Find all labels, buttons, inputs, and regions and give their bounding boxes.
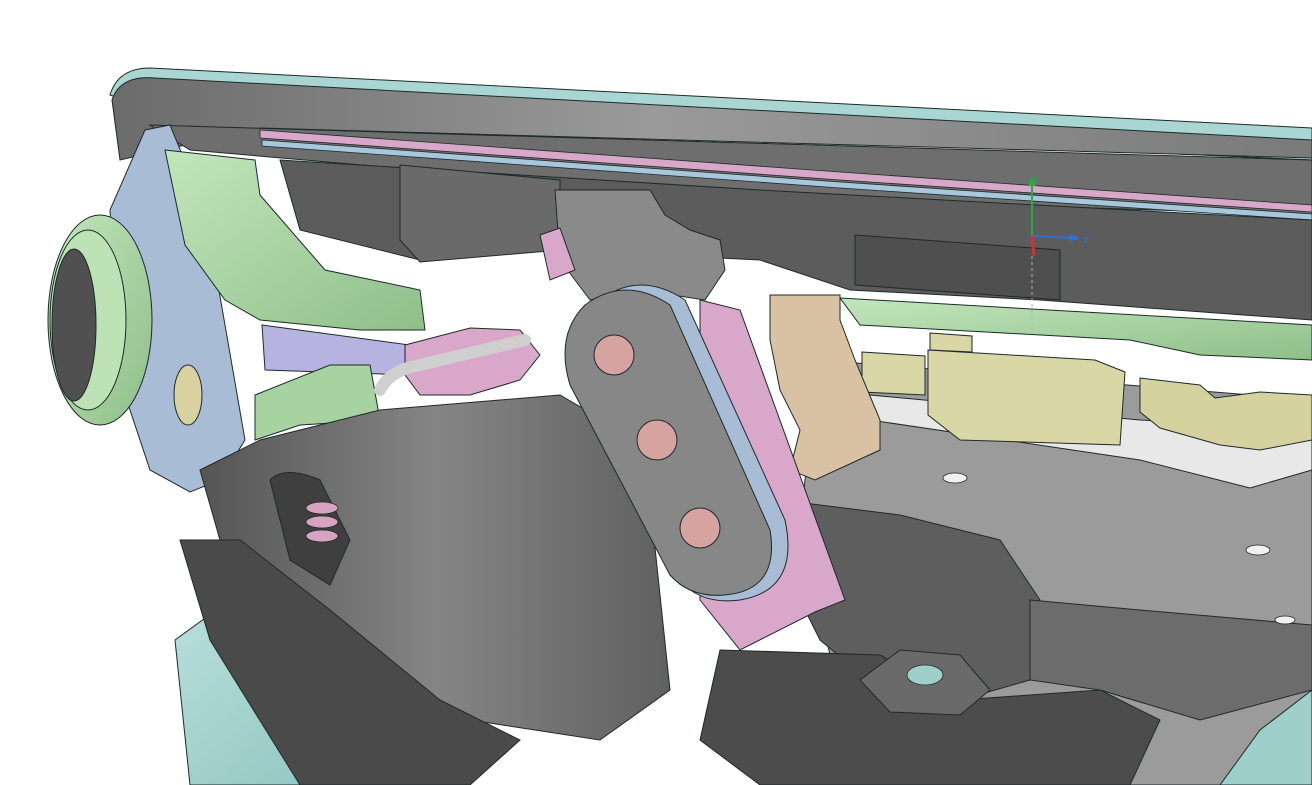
axis-y-label: y bbox=[1033, 172, 1039, 184]
spring-coil-2 bbox=[305, 515, 339, 529]
link-pad-middle bbox=[636, 419, 678, 461]
cad-model-view[interactable]: y z bbox=[0, 0, 1312, 785]
axis-z-label: z bbox=[1083, 234, 1089, 246]
spring-coil-3 bbox=[305, 529, 339, 543]
tray-hole bbox=[942, 472, 968, 484]
fastener-screw bbox=[173, 364, 203, 426]
link-pad-top bbox=[593, 334, 635, 376]
small-chip bbox=[929, 332, 973, 353]
tray-hole bbox=[1274, 615, 1296, 625]
link-pad-bottom bbox=[679, 507, 721, 549]
cad-viewport[interactable]: y z bbox=[0, 0, 1312, 785]
tray-hole bbox=[1245, 544, 1271, 556]
connector-component bbox=[927, 349, 1126, 446]
small-component bbox=[861, 351, 926, 396]
spring-coil-1 bbox=[305, 501, 339, 515]
teal-spring bbox=[906, 664, 944, 686]
axis-x bbox=[1030, 235, 1036, 257]
internal-housing-face bbox=[399, 164, 561, 263]
lens-opening bbox=[51, 248, 97, 402]
